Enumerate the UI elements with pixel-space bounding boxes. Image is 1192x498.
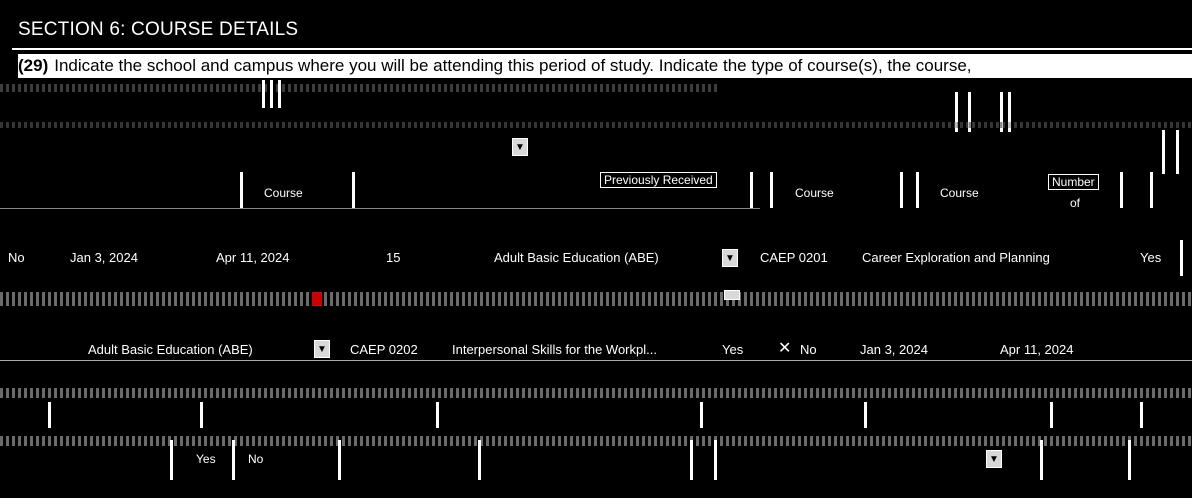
- column-divider: [1176, 130, 1179, 174]
- chevron-down-icon: ▼: [989, 453, 999, 465]
- row1-end-date: Apr 11, 2024: [216, 250, 290, 265]
- column-divider: [690, 440, 693, 480]
- header-course: Course: [940, 186, 979, 200]
- row1-no: No: [8, 250, 25, 265]
- noise-band: [0, 84, 720, 92]
- header-number: Number: [1048, 174, 1099, 190]
- error-marker: [312, 292, 322, 306]
- noise-band: [0, 388, 1192, 398]
- row3-no: No: [800, 342, 817, 357]
- column-divider: [714, 440, 717, 480]
- column-divider: [1150, 172, 1153, 208]
- noise-band: [0, 436, 1192, 446]
- row3-course-type: Adult Basic Education (ABE): [88, 342, 253, 357]
- question-instructions: (29) Indicate the school and campus where…: [18, 54, 1192, 78]
- row1-answer: Yes: [1140, 250, 1162, 265]
- column-divider: [1162, 130, 1165, 174]
- column-divider: [48, 402, 51, 428]
- course-details-table: ▼ Previously Received Course Course Cour…: [0, 80, 1192, 498]
- column-divider: [1128, 440, 1131, 480]
- section-header: SECTION 6: COURSE DETAILS: [12, 12, 1192, 50]
- close-icon[interactable]: ✕: [778, 338, 791, 358]
- row3-start-date: Jan 3, 2024: [860, 342, 928, 357]
- footer-yes[interactable]: Yes: [196, 452, 216, 466]
- row-separator: [0, 208, 760, 209]
- row1-course-type: Adult Basic Education (ABE): [494, 250, 659, 265]
- footer-no[interactable]: No: [248, 452, 263, 466]
- row2-dropdown[interactable]: [724, 290, 740, 300]
- column-divider: [262, 80, 265, 108]
- column-divider: [1180, 240, 1183, 276]
- header-course: Course: [264, 186, 303, 200]
- question-number: (29): [18, 56, 49, 75]
- header-course: Course: [795, 186, 834, 200]
- question-text: Indicate the school and campus where you…: [54, 56, 972, 75]
- header-of: of: [1070, 196, 1081, 210]
- row3-yes: Yes: [722, 342, 744, 357]
- column-divider: [1040, 440, 1043, 480]
- chevron-down-icon: ▼: [317, 343, 327, 355]
- column-divider: [338, 440, 341, 480]
- row1-hours: 15: [386, 250, 401, 265]
- header-previously-received: Previously Received: [600, 172, 717, 188]
- chevron-down-icon: ▼: [725, 252, 735, 264]
- row1-course-code: CAEP 0201: [760, 250, 828, 265]
- row1-course-name: Career Exploration and Planning: [862, 250, 1050, 265]
- noise-band: [0, 122, 1192, 128]
- column-divider: [232, 440, 235, 480]
- column-divider: [770, 172, 773, 208]
- column-divider: [916, 172, 919, 208]
- column-divider: [200, 402, 203, 428]
- column-divider: [1120, 172, 1123, 208]
- row1-start-date: Jan 3, 2024: [70, 250, 138, 265]
- column-divider: [1140, 402, 1143, 428]
- noise-band: [0, 292, 1192, 306]
- column-divider: [270, 80, 273, 108]
- column-divider: [700, 402, 703, 428]
- column-divider: [352, 172, 355, 208]
- column-divider: [1050, 402, 1053, 428]
- column-divider: [278, 80, 281, 108]
- row3-course-type-dropdown[interactable]: ▼: [314, 340, 330, 358]
- chevron-down-icon: ▼: [515, 141, 525, 153]
- section-title: SECTION 6: COURSE DETAILS: [18, 19, 299, 40]
- course-type-dropdown[interactable]: ▼: [512, 138, 528, 156]
- column-divider: [900, 172, 903, 208]
- footer-dropdown[interactable]: ▼: [986, 450, 1002, 468]
- column-divider: [864, 402, 867, 428]
- row3-course-code: CAEP 0202: [350, 342, 418, 357]
- column-divider: [240, 172, 243, 208]
- row3-course-name: Interpersonal Skills for the Workpl...: [452, 342, 657, 357]
- row3-end-date: Apr 11, 2024: [1000, 342, 1074, 357]
- column-divider: [750, 172, 753, 208]
- row-separator: [0, 360, 1192, 361]
- column-divider: [436, 402, 439, 428]
- column-divider: [170, 440, 173, 480]
- row1-course-type-dropdown[interactable]: ▼: [722, 249, 738, 267]
- column-divider: [478, 440, 481, 480]
